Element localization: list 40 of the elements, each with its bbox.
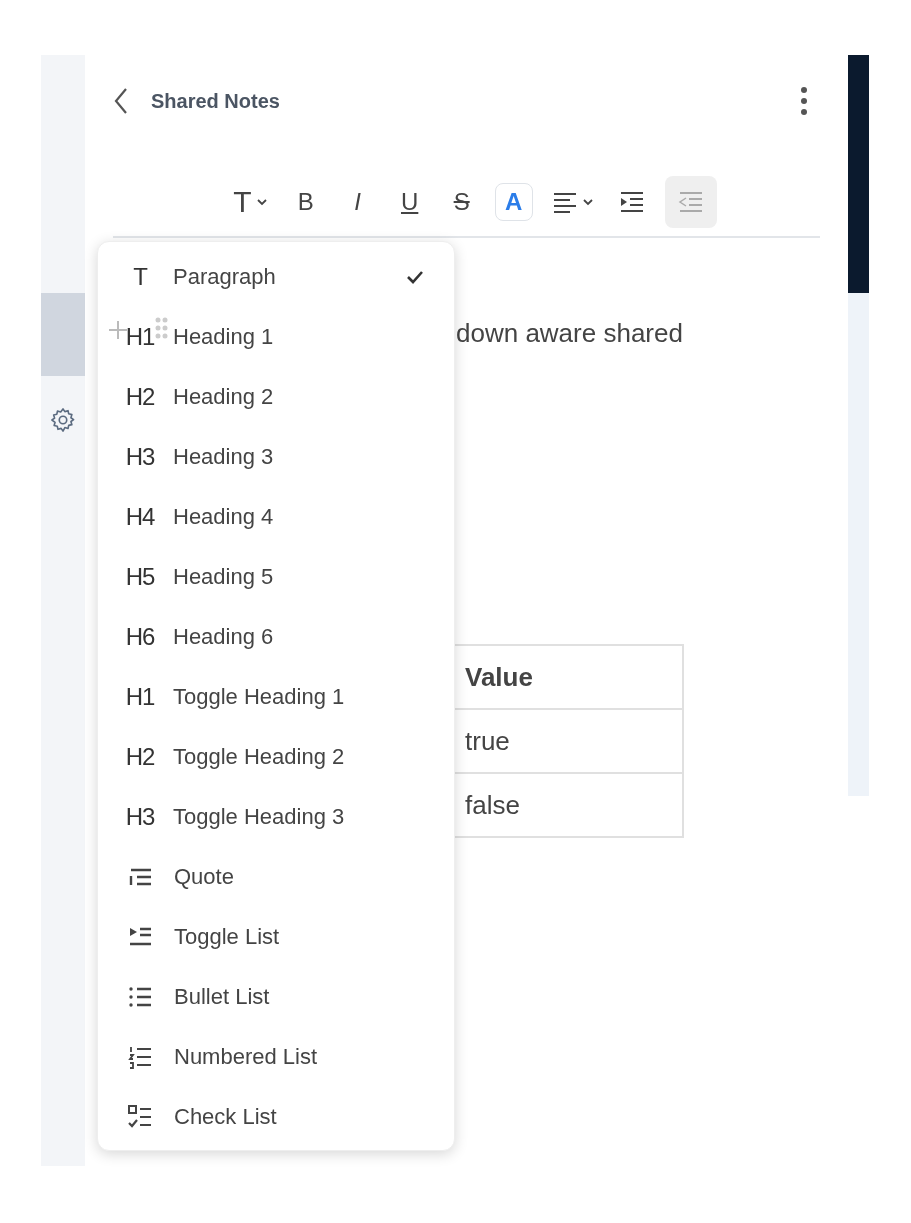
block-type-icon: H6 — [123, 623, 157, 651]
block-type-icon: H1 — [123, 683, 157, 711]
block-type-icon: H2 — [123, 743, 157, 771]
drag-handle-icon[interactable] — [155, 317, 169, 339]
menu-item[interactable]: H2 Heading 2 — [98, 367, 454, 427]
more-icon[interactable] — [800, 86, 808, 116]
page-title: Shared Notes — [151, 89, 281, 113]
back-icon[interactable] — [113, 87, 129, 115]
menu-item[interactable]: H1 Heading 1 — [98, 307, 454, 367]
block-type-icon: H5 — [123, 563, 157, 591]
menu-item[interactable]: Check List — [98, 1087, 454, 1147]
scrollbar-thumb[interactable] — [848, 55, 869, 293]
block-type-icon: H3 — [123, 803, 157, 831]
menu-item[interactable]: H4 Heading 4 — [98, 487, 454, 547]
menu-item[interactable]: H3 Heading 3 — [98, 427, 454, 487]
block-type-icon: T — [123, 263, 157, 291]
menu-item[interactable]: Toggle List — [98, 907, 454, 967]
caret-icon — [581, 198, 594, 206]
menu-item[interactable]: H6 Heading 6 — [98, 607, 454, 667]
menu-item[interactable]: Quote — [98, 847, 454, 907]
menu-item[interactable]: H1 Toggle Heading 1 — [98, 667, 454, 727]
menu-item[interactable]: H5 Heading 5 — [98, 547, 454, 607]
settings-icon[interactable] — [49, 406, 77, 434]
paragraph-text: down aware shared — [456, 317, 684, 350]
block-type-icon: H2 — [123, 383, 157, 411]
menu-item[interactable]: H2 Toggle Heading 2 — [98, 727, 454, 787]
color-button[interactable]: A — [494, 183, 533, 221]
scrollbar[interactable] — [848, 55, 869, 796]
outdent-icon — [677, 190, 704, 214]
block-type-icon: H4 — [123, 503, 157, 531]
block-type-icon: H1 — [123, 323, 157, 351]
table-header-cell-text: Value — [464, 660, 534, 694]
caret-icon — [255, 198, 268, 206]
menu-item[interactable]: H3 Toggle Heading 3 — [98, 787, 454, 847]
block-type-icon: H3 — [123, 443, 157, 471]
indent-icon — [618, 190, 645, 214]
menu-item[interactable]: T Paragraph — [98, 247, 454, 307]
menu-item[interactable]: Bullet List — [98, 967, 454, 1027]
menu-item[interactable]: Numbered List — [98, 1027, 454, 1087]
align-left-icon — [551, 190, 578, 214]
